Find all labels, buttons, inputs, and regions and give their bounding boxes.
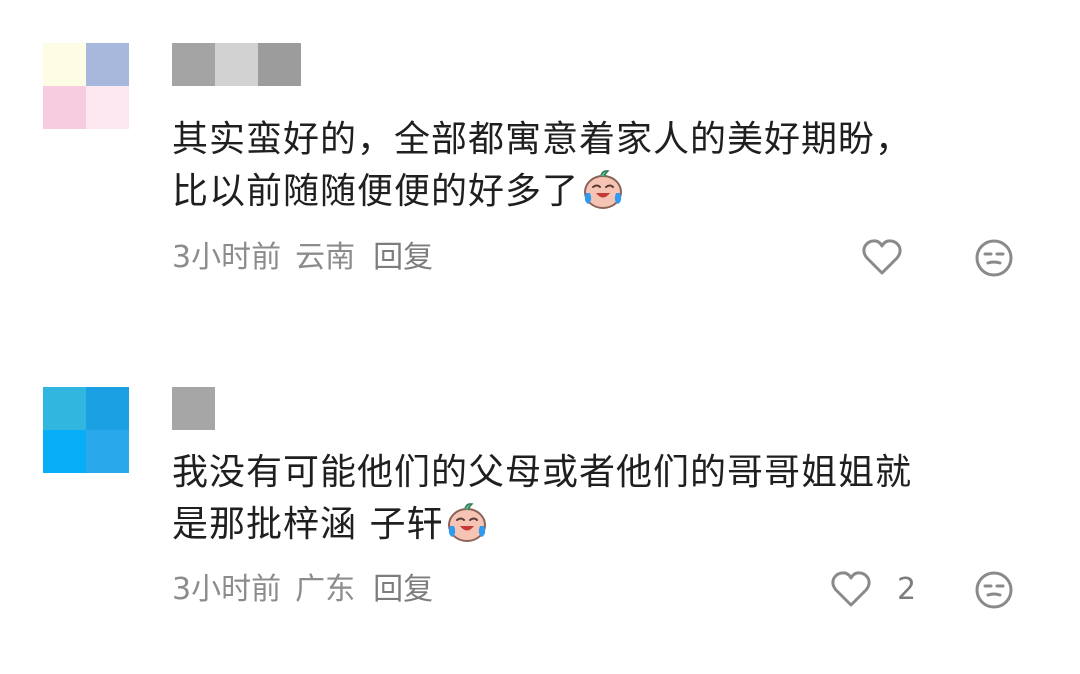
avatar-pixel <box>86 430 129 473</box>
comment-text-line: 我没有可能他们的父母或者他们的哥哥姐姐就 <box>172 452 913 493</box>
like-button[interactable] <box>862 238 902 276</box>
avatar[interactable] <box>43 387 129 473</box>
like-button[interactable]: 2 <box>831 570 916 608</box>
username-redacted[interactable] <box>172 387 215 430</box>
comment-text-line: 其实蛮好的，全部都寓意着家人的美好期盼， <box>172 119 913 160</box>
username-pixel <box>172 43 215 86</box>
avatar-pixel <box>43 86 86 129</box>
avatar-pixel <box>86 387 129 430</box>
avatar-pixel <box>86 43 129 86</box>
like-count: 2 <box>897 571 917 607</box>
comment-location: 广东 <box>295 572 356 607</box>
comment-text-line: 是那批梓涵 子轩 <box>172 504 444 545</box>
username-redacted[interactable] <box>172 43 301 86</box>
dislike-button[interactable] <box>974 570 1014 614</box>
comment-location: 云南 <box>295 240 356 275</box>
comment-time: 3小时前 <box>172 572 282 607</box>
comment-time: 3小时前 <box>172 240 282 275</box>
reply-button[interactable]: 回复 <box>373 570 433 610</box>
neutral-face-icon <box>975 571 1013 609</box>
avatar-pixel <box>43 387 86 430</box>
crying-laughing-emoji-icon <box>448 503 487 542</box>
heart-outline-icon <box>831 571 871 607</box>
comment-meta: 3小时前 云南 回复 <box>172 238 433 278</box>
dislike-button[interactable] <box>974 238 1014 282</box>
avatar-pixel <box>43 43 86 86</box>
comment-meta: 3小时前 广东 回复 <box>172 570 433 610</box>
neutral-face-icon <box>975 239 1013 277</box>
username-pixel <box>215 43 258 86</box>
avatar-pixel <box>86 86 129 129</box>
avatar[interactable] <box>43 43 129 129</box>
avatar-pixel <box>43 430 86 473</box>
comment-item: 其实蛮好的，全部都寓意着家人的美好期盼， 比以前随随便便的好多了 3小时前 云南… <box>0 0 1080 330</box>
username-pixel <box>172 387 215 430</box>
comment-text-line: 比以前随随便便的好多了 <box>172 171 580 212</box>
heart-outline-icon <box>862 239 902 275</box>
comment-text: 其实蛮好的，全部都寓意着家人的美好期盼， 比以前随随便便的好多了 <box>172 114 1032 218</box>
reply-button[interactable]: 回复 <box>373 238 433 278</box>
crying-laughing-emoji-icon <box>584 170 623 209</box>
username-pixel <box>258 43 301 86</box>
comment-text: 我没有可能他们的父母或者他们的哥哥姐姐就 是那批梓涵 子轩 <box>172 447 1032 551</box>
comment-item: 我没有可能他们的父母或者他们的哥哥姐姐就 是那批梓涵 子轩 3小时前 广东 回复… <box>0 330 1080 674</box>
